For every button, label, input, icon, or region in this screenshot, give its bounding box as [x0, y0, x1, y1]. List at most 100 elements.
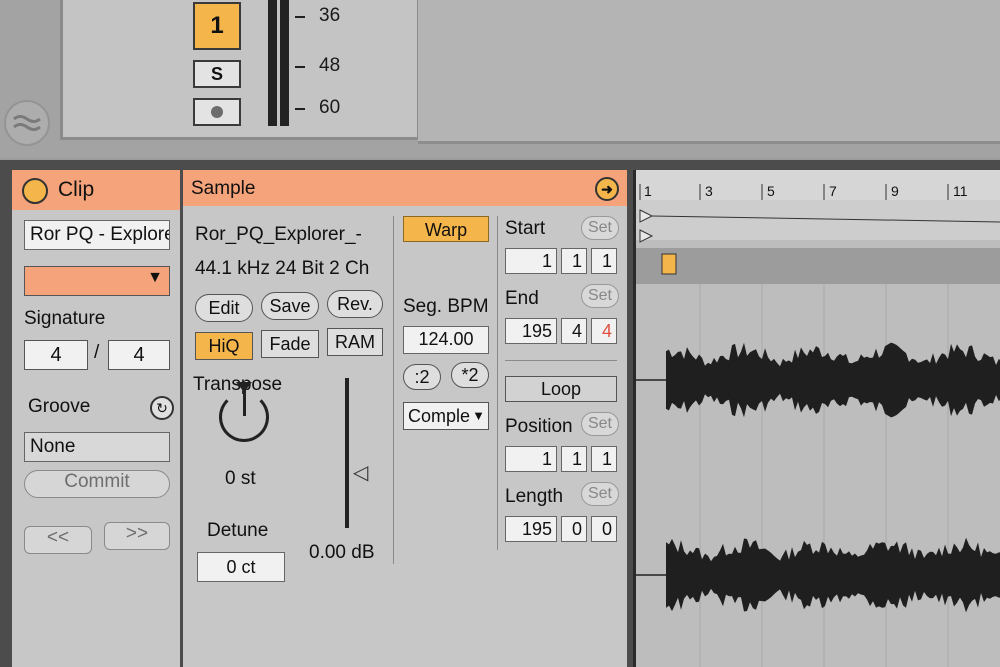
clip-color-chooser[interactable]: ▼ — [24, 266, 170, 296]
double-tempo-button[interactable]: *2 — [451, 362, 489, 388]
start-sixteenth-field[interactable]: 1 — [591, 248, 617, 274]
sample-panel-title: Sample — [191, 178, 256, 199]
bar-label: 1 — [644, 183, 652, 199]
track-activator-button[interactable]: 1 — [193, 2, 241, 50]
half-tempo-button[interactable]: :2 — [403, 364, 441, 390]
bar-label: 9 — [891, 183, 899, 199]
meter-scale-60: 60 — [319, 97, 341, 118]
nudge-forward-button[interactable]: >> — [104, 522, 170, 550]
warp-button[interactable]: Warp — [403, 216, 489, 242]
meter-scale-48: 48 — [319, 55, 341, 76]
sample-panel-header: Sample ➜ — [183, 170, 627, 206]
position-sixteenth-field[interactable]: 1 — [591, 446, 617, 472]
clip-panel-header: Clip — [12, 170, 180, 210]
wave-logo-icon — [4, 100, 50, 146]
record-arm-icon — [211, 106, 223, 118]
marker-lane — [636, 200, 1000, 240]
length-label: Length — [505, 486, 564, 507]
detune-label: Detune — [207, 520, 269, 541]
reverse-button[interactable]: Rev. — [327, 290, 383, 318]
signature-denominator-field[interactable]: 4 — [108, 340, 170, 370]
arrow-right-icon[interactable]: ➜ — [595, 177, 619, 201]
sample-panel: Sample ➜ Ror_PQ_Explorer_- 44.1 kHz 24 B… — [183, 170, 627, 667]
bar-label: 11 — [953, 183, 968, 199]
mixer-channel-strip: 1 S 36 48 60 — [60, 0, 420, 140]
end-beat-field[interactable]: 4 — [561, 318, 587, 344]
chevron-down-icon: ▼ — [147, 269, 163, 286]
bar-label: 3 — [705, 183, 713, 199]
meter-scale-36: 36 — [319, 5, 341, 26]
fade-button[interactable]: Fade — [261, 330, 319, 358]
bar-label: 5 — [767, 183, 775, 199]
sample-file-info: 44.1 kHz 24 Bit 2 Ch — [195, 258, 370, 279]
position-beat-field[interactable]: 1 — [561, 446, 587, 472]
clip-activator-icon[interactable] — [22, 178, 48, 204]
groove-label: Groove — [28, 396, 91, 417]
transpose-knob-indicator — [243, 390, 246, 416]
position-set-button[interactable]: Set — [581, 412, 619, 436]
level-meter-left — [268, 0, 277, 126]
gain-value: 0.00 dB — [309, 542, 375, 563]
sample-file-name: Ror_PQ_Explorer_- — [195, 224, 362, 245]
edit-button[interactable]: Edit — [195, 294, 253, 322]
gain-slider-handle[interactable]: ◁ — [353, 460, 368, 485]
length-bar-field[interactable]: 195 — [505, 516, 557, 542]
signature-label: Signature — [24, 308, 106, 329]
transpose-value: 0 st — [225, 468, 256, 489]
chevron-down-icon: ▼ — [472, 408, 485, 423]
meter-tick — [295, 108, 305, 110]
waveform-display[interactable]: 1 3 5 7 9 11 — [636, 170, 1000, 667]
sample-editor[interactable]: 1 3 5 7 9 11 — [633, 170, 1000, 667]
mixer-area: 1 S 36 48 60 — [0, 0, 1000, 158]
end-set-button[interactable]: Set — [581, 284, 619, 308]
hiq-button[interactable]: HiQ — [195, 332, 253, 360]
waveform-left-channel — [636, 342, 1000, 418]
gain-slider[interactable] — [345, 378, 349, 528]
column-divider — [497, 216, 498, 550]
seg-bpm-field[interactable]: 124.00 — [403, 326, 489, 354]
end-sixteenth-field[interactable]: 4 — [591, 318, 617, 344]
arm-button[interactable] — [193, 98, 241, 126]
commit-button[interactable]: Commit — [24, 470, 170, 498]
column-divider — [393, 216, 394, 564]
ram-button[interactable]: RAM — [327, 328, 383, 356]
length-beat-field[interactable]: 0 — [561, 516, 587, 542]
beat-grid — [699, 284, 949, 667]
mixer-empty-area — [418, 0, 1000, 144]
groove-hot-swap-icon[interactable]: ↻ — [150, 396, 174, 420]
length-set-button[interactable]: Set — [581, 482, 619, 506]
seg-bpm-label: Seg. BPM — [403, 296, 489, 317]
start-beat-field[interactable]: 1 — [561, 248, 587, 274]
warp-mode-chooser[interactable]: Comple ▼ — [403, 402, 489, 430]
groove-chooser[interactable]: None — [24, 432, 170, 462]
warp-mode-value: Comple — [408, 406, 471, 426]
clip-name-field[interactable]: Ror PQ - Explorer — [24, 220, 170, 250]
start-label: Start — [505, 218, 546, 239]
meter-tick — [295, 66, 305, 68]
start-set-button[interactable]: Set — [581, 216, 619, 240]
detail-view: Clip Ror PQ - Explorer ▼ Signature 4 / 4… — [0, 160, 1000, 667]
start-bar-field[interactable]: 1 — [505, 248, 557, 274]
end-label: End — [505, 288, 539, 309]
meter-tick — [295, 16, 305, 18]
waveform-right-channel — [636, 537, 1000, 613]
nudge-back-button[interactable]: << — [24, 526, 92, 554]
signature-numerator-field[interactable]: 4 — [24, 340, 88, 370]
solo-button[interactable]: S — [193, 60, 241, 88]
timeline-ruler[interactable] — [636, 170, 1000, 200]
section-divider — [505, 360, 617, 361]
save-button[interactable]: Save — [261, 292, 319, 320]
end-bar-field[interactable]: 195 — [505, 318, 557, 344]
warp-marker-icon[interactable] — [661, 253, 677, 275]
clip-panel-title: Clip — [58, 178, 95, 201]
position-bar-field[interactable]: 1 — [505, 446, 557, 472]
length-sixteenth-field[interactable]: 0 — [591, 516, 617, 542]
bar-label: 7 — [829, 183, 837, 199]
level-meter-right — [280, 0, 289, 126]
position-label: Position — [505, 416, 573, 437]
loop-button[interactable]: Loop — [505, 376, 617, 402]
detune-field[interactable]: 0 ct — [197, 552, 285, 582]
signature-separator: / — [94, 342, 100, 363]
warp-marker-lane[interactable] — [636, 248, 1000, 284]
clip-panel: Clip Ror PQ - Explorer ▼ Signature 4 / 4… — [12, 170, 180, 667]
